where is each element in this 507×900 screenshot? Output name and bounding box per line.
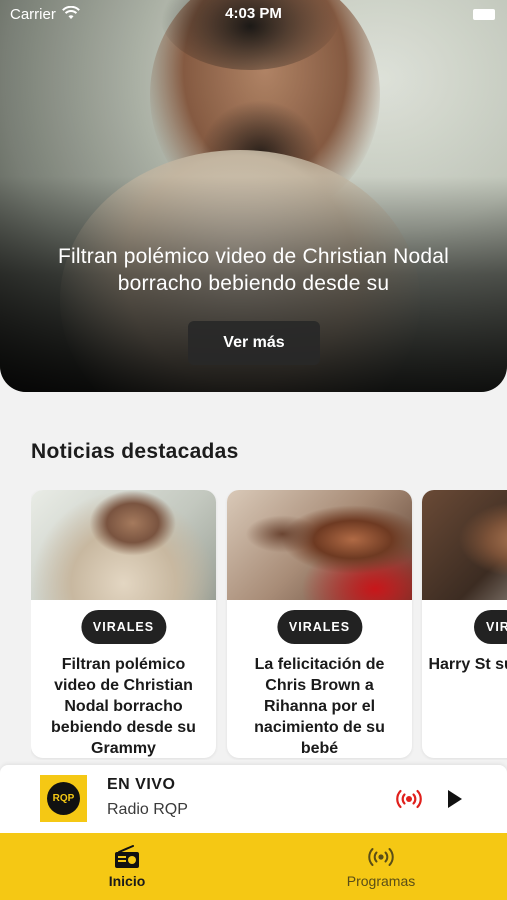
station-name: Radio RQP [107,801,188,818]
live-label: EN VIVO [107,776,176,793]
category-badge: VIRALES [276,610,363,644]
news-card-image [227,490,412,600]
category-badge: VIR [474,610,507,644]
station-logo: RQP [40,775,87,822]
ver-mas-button[interactable]: Ver más [188,321,320,365]
tab-label: Inicio [108,873,146,889]
station-logo-text: RQP [47,782,80,815]
news-card[interactable]: VIRALES Filtran polémico video de Christ… [31,490,216,758]
hero-banner[interactable]: Filtran polémico video de Christian Noda… [0,0,507,392]
news-card[interactable]: VIR Harry St su esper disco « Ho [422,490,507,758]
tab-inicio[interactable]: Inicio [0,833,254,900]
broadcast-icon [367,845,395,869]
live-broadcast-icon[interactable] [396,787,422,811]
battery-icon [473,9,495,20]
tab-programas[interactable]: Programas [254,833,507,900]
featured-news-carousel[interactable]: VIRALES Filtran polémico video de Christ… [31,490,507,760]
tab-bar: Inicio Programas [0,833,507,900]
news-card-title: Filtran polémico video de Christian Noda… [51,656,196,757]
news-card-title: La felicitación de Chris Brown a Rihanna… [254,656,385,757]
radio-icon [113,845,141,869]
section-title: Noticias destacadas [31,440,239,463]
news-card-title: Harry St su esper disco « Ho [428,656,507,673]
play-icon[interactable] [446,789,464,809]
status-bar: Carrier 4:03 PM [0,0,507,28]
mini-player[interactable]: RQP EN VIVO Radio RQP [0,765,507,833]
category-badge: VIRALES [80,610,167,644]
tab-label: Programas [346,873,416,889]
news-card-image [422,490,507,600]
app-screen: Filtran polémico video de Christian Noda… [0,0,507,900]
news-card[interactable]: VIRALES La felicitación de Chris Brown a… [227,490,412,758]
hero-title: Filtran polémico video de Christian Noda… [57,245,450,295]
status-time: 4:03 PM [225,5,282,22]
news-card-image [31,490,216,600]
